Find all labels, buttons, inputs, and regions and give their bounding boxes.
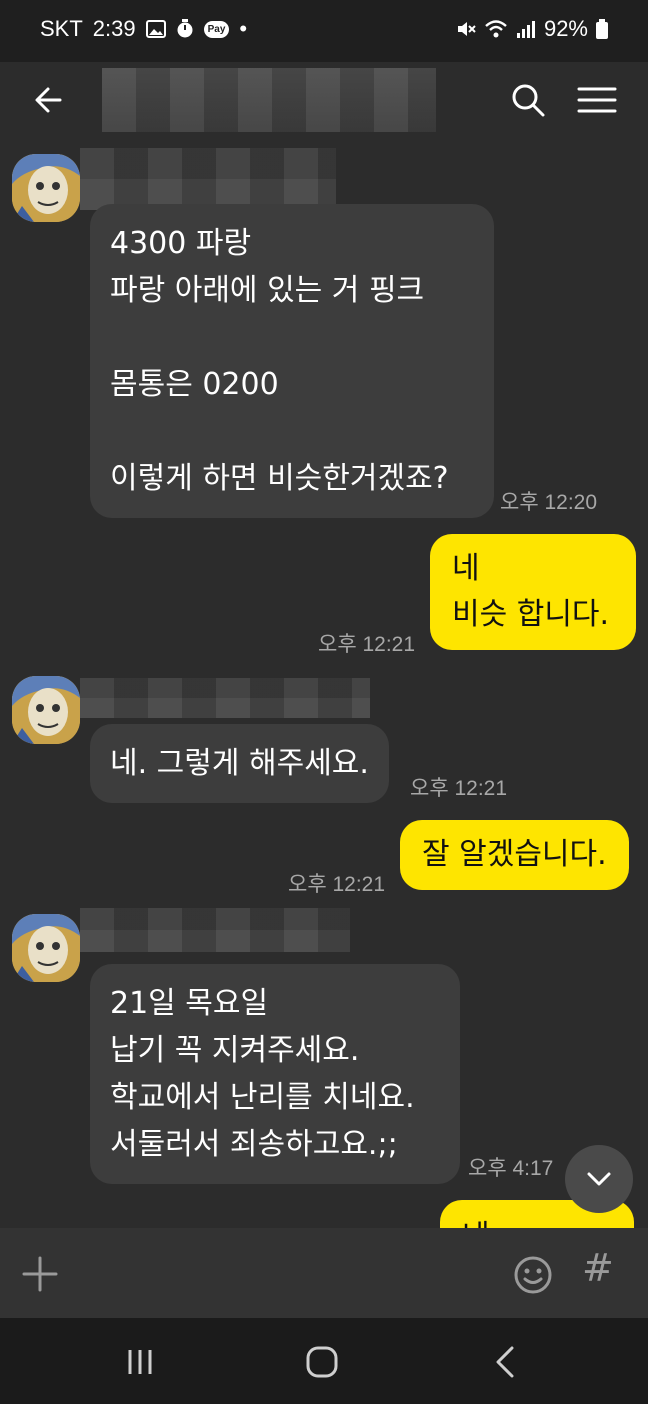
message-time: 오후 12:21	[318, 633, 416, 656]
plus-icon[interactable]	[20, 1254, 60, 1294]
chevron-down-icon	[587, 1172, 611, 1186]
avatar[interactable]	[12, 676, 80, 744]
battery-percent: 92%	[543, 16, 588, 41]
message-input-bar[interactable]: #	[0, 1228, 648, 1318]
hamburger-menu-icon[interactable]	[574, 78, 620, 122]
message-bubble-outgoing: 잘 알겠습니다.	[400, 820, 629, 890]
avatar[interactable]	[12, 154, 80, 222]
system-nav-bar	[0, 1318, 648, 1404]
wifi-icon	[485, 20, 507, 38]
status-left: SKT 2:39 Pay •	[40, 16, 247, 42]
message-time: 오후 12:20	[500, 491, 598, 514]
sender-name-redacted	[80, 148, 336, 210]
message-time: 오후 4:17	[468, 1157, 554, 1180]
recents-icon[interactable]	[120, 1342, 160, 1382]
home-icon[interactable]	[302, 1342, 342, 1382]
emoji-icon[interactable]	[512, 1254, 554, 1296]
clock: 2:39	[92, 16, 136, 41]
hashtag-button[interactable]: #	[582, 1246, 614, 1290]
scroll-to-bottom-button[interactable]	[565, 1145, 633, 1213]
message-time: 오후 12:21	[288, 873, 386, 896]
back-button[interactable]	[28, 78, 72, 122]
message-time: 오후 12:21	[410, 777, 508, 800]
sender-name-redacted	[80, 678, 370, 718]
timer-icon	[177, 19, 193, 38]
back-chevron-icon[interactable]	[486, 1342, 526, 1382]
signal-icon	[516, 21, 535, 38]
notification-dot: •	[239, 16, 248, 41]
status-bar: SKT 2:39 Pay • 92%	[0, 0, 648, 62]
avatar[interactable]	[12, 914, 80, 982]
mute-icon	[457, 22, 476, 36]
status-right: 92%	[456, 16, 608, 42]
message-bubble-incoming: 21일 목요일 납기 꼭 지켜주세요. 학교에서 난리를 치네요. 서둘러서 죄…	[90, 964, 460, 1184]
search-icon[interactable]	[506, 78, 550, 122]
message-bubble-outgoing: 네 비슷 합니다.	[430, 534, 636, 650]
chat-title-redacted	[102, 68, 436, 132]
carrier-label: SKT	[40, 16, 83, 41]
chat-messages[interactable]: 4300 파랑 파랑 아래에 있는 거 핑크 몸통은 0200 이렇게 하면 비…	[0, 138, 648, 1228]
sender-name-redacted	[80, 908, 350, 952]
pay-badge: Pay	[203, 20, 230, 38]
battery-icon	[596, 19, 608, 39]
message-bubble-incoming: 4300 파랑 파랑 아래에 있는 거 핑크 몸통은 0200 이렇게 하면 비…	[90, 204, 494, 518]
message-bubble-incoming: 네. 그렇게 해주세요.	[90, 724, 389, 803]
gallery-icon	[145, 20, 166, 38]
chat-header	[0, 62, 648, 138]
